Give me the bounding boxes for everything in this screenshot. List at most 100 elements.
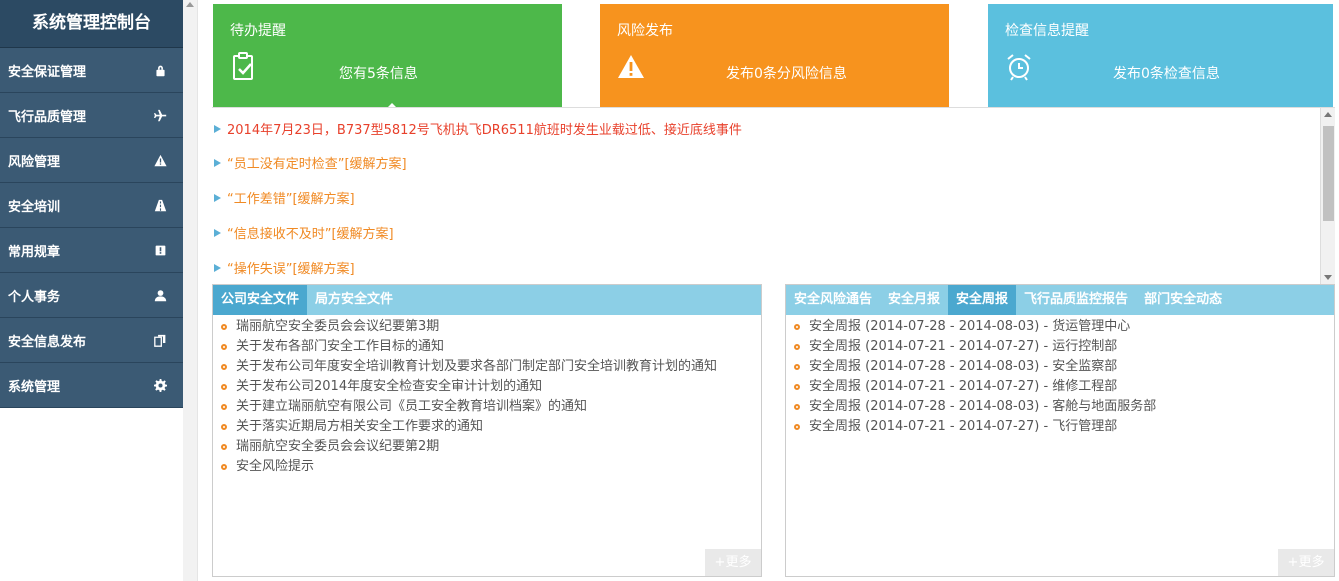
notice-list: 2014年7月23日，B737型5812号飞机执飞DR6511航班时发生业载过低… (212, 107, 1335, 284)
bullet-circle-icon (221, 364, 227, 370)
list-item-text[interactable]: 关于落实近期局方相关安全工作要求的通知 (236, 417, 483, 437)
bullet-circle-icon (794, 424, 800, 430)
sidebar: 系统管理控制台 安全保证管理 飞行品质管理 风险管理 安全培训 常用规章 个人事… (0, 0, 183, 408)
bullet-circle-icon (221, 404, 227, 410)
list-item-text[interactable]: 瑞丽航空安全委员会会议纪要第3期 (236, 317, 439, 337)
tab-department-news[interactable]: 部门安全动态 (1136, 285, 1230, 315)
list-item-text[interactable]: 安全风险提示 (236, 457, 314, 477)
bullet-arrow-icon (214, 228, 221, 237)
tab-company-docs[interactable]: 公司安全文件 (213, 285, 308, 315)
list-item[interactable]: 关于发布各部门安全工作目标的通知 (221, 337, 761, 357)
bullet-arrow-icon (214, 193, 221, 202)
warning-icon (153, 153, 167, 167)
clipboard-check-icon (230, 52, 258, 82)
check-card-title: 检查信息提醒 (1005, 23, 1089, 39)
list-item[interactable]: 安全周报 (2014-07-21 - 2014-07-27) - 飞行管理部 (794, 417, 1334, 437)
check-card-text: 发布0条检查信息 (1113, 66, 1220, 82)
notice-text[interactable]: “信息接收不及时”[缓解方案] (227, 223, 394, 242)
sidebar-item-regulations[interactable]: 常用规章 (0, 228, 183, 273)
alarm-clock-icon (1005, 52, 1033, 82)
notice-text[interactable]: “工作差错”[缓解方案] (227, 188, 355, 207)
list-item-text[interactable]: 安全周报 (2014-07-28 - 2014-08-03) - 货运管理中心 (809, 317, 1130, 337)
sidebar-item-personal-affairs[interactable]: 个人事务 (0, 273, 183, 318)
airplane-icon (153, 108, 167, 122)
tab-weekly-report[interactable]: 安全周报 (948, 285, 1017, 315)
list-item-text[interactable]: 关于发布公司2014年度安全检查安全审计计划的通知 (236, 377, 542, 397)
more-button[interactable]: +更多 (1278, 549, 1334, 576)
scroll-thumb[interactable] (1323, 126, 1334, 221)
list-item-text[interactable]: 关于建立瑞丽航空有限公司《员工安全教育培训档案》的通知 (236, 397, 587, 417)
notice-item[interactable]: 2014年7月23日，B737型5812号飞机执飞DR6511航班时发生业载过低… (214, 119, 742, 138)
collapse-arrow-icon[interactable] (186, 2, 194, 7)
notice-text[interactable]: “操作失误”[缓解方案] (227, 258, 355, 277)
sidebar-item-label: 风险管理 (8, 154, 61, 170)
list-item-text[interactable]: 安全周报 (2014-07-28 - 2014-08-03) - 安全监察部 (809, 357, 1117, 377)
notice-text[interactable]: 2014年7月23日，B737型5812号飞机执飞DR6511航班时发生业载过低… (227, 119, 742, 138)
notice-item[interactable]: “工作差错”[缓解方案] (214, 188, 355, 207)
notice-item[interactable]: “员工没有定时检查”[缓解方案] (214, 153, 407, 172)
tab-flight-quality-report[interactable]: 飞行品质监控报告 (1016, 285, 1136, 315)
warning-icon (617, 52, 645, 82)
user-icon (153, 288, 167, 302)
list-item-text[interactable]: 安全周报 (2014-07-28 - 2014-08-03) - 客舱与地面服务… (809, 397, 1156, 417)
sidebar-item-label: 个人事务 (8, 289, 61, 305)
sidebar-item-info-publish[interactable]: 安全信息发布 (0, 318, 183, 363)
bullet-circle-icon (794, 344, 800, 350)
list-item[interactable]: 关于发布公司2014年度安全检查安全审计计划的通知 (221, 377, 761, 397)
notice-item[interactable]: “操作失误”[缓解方案] (214, 258, 355, 277)
sidebar-item-flight-quality[interactable]: 飞行品质管理 (0, 93, 183, 138)
tab-monthly-report[interactable]: 安全月报 (880, 285, 948, 315)
book-icon (153, 243, 167, 257)
list-item-text[interactable]: 关于发布各部门安全工作目标的通知 (236, 337, 444, 357)
todo-card[interactable]: 待办提醒 您有5条信息 (213, 4, 562, 112)
sidebar-gutter[interactable] (183, 0, 198, 581)
tab-authority-docs[interactable]: 局方安全文件 (307, 285, 401, 315)
bullet-circle-icon (221, 424, 227, 430)
scroll-down-icon[interactable] (1324, 275, 1332, 280)
sidebar-item-system-management[interactable]: 系统管理 (0, 363, 183, 408)
list-item-text[interactable]: 安全周报 (2014-07-21 - 2014-07-27) - 维修工程部 (809, 377, 1117, 397)
sidebar-item-risk-management[interactable]: 风险管理 (0, 138, 183, 183)
bullet-circle-icon (794, 364, 800, 370)
list-item[interactable]: 安全周报 (2014-07-21 - 2014-07-27) - 运行控制部 (794, 337, 1334, 357)
more-button[interactable]: +更多 (705, 549, 761, 576)
bullet-circle-icon (794, 404, 800, 410)
list-item[interactable]: 瑞丽航空安全委员会会议纪要第2期 (221, 437, 761, 457)
list-item[interactable]: 关于落实近期局方相关安全工作要求的通知 (221, 417, 761, 437)
sidebar-item-label: 安全培训 (8, 199, 61, 215)
list-item[interactable]: 瑞丽航空安全委员会会议纪要第3期 (221, 317, 761, 337)
sidebar-item-label: 系统管理 (8, 379, 61, 395)
list-item[interactable]: 安全周报 (2014-07-28 - 2014-08-03) - 安全监察部 (794, 357, 1334, 377)
list-item-text[interactable]: 瑞丽航空安全委员会会议纪要第2期 (236, 437, 439, 457)
list-item[interactable]: 安全周报 (2014-07-28 - 2014-08-03) - 货运管理中心 (794, 317, 1334, 337)
notice-text[interactable]: “员工没有定时检查”[缓解方案] (227, 153, 407, 172)
list-item-text[interactable]: 关于发布公司年度安全培训教育计划及要求各部门制定部门安全培训教育计划的通知 (236, 357, 717, 377)
notice-scrollbar[interactable] (1320, 108, 1335, 284)
list-item-text[interactable]: 安全周报 (2014-07-21 - 2014-07-27) - 运行控制部 (809, 337, 1117, 357)
todo-card-title: 待办提醒 (230, 23, 286, 39)
list-item-text[interactable]: 安全周报 (2014-07-21 - 2014-07-27) - 飞行管理部 (809, 417, 1117, 437)
list-item[interactable]: 安全周报 (2014-07-21 - 2014-07-27) - 维修工程部 (794, 377, 1334, 397)
sidebar-item-safety-assurance[interactable]: 安全保证管理 (0, 48, 183, 93)
sidebar-item-label: 常用规章 (8, 244, 61, 260)
check-card[interactable]: 检查信息提醒 发布0条检查信息 (988, 4, 1333, 107)
lock-icon (153, 63, 167, 77)
bullet-circle-icon (221, 344, 227, 350)
road-icon (153, 198, 167, 212)
tab-bar: 安全风险通告 安全月报 安全周报 飞行品质监控报告 部门安全动态 (786, 285, 1334, 315)
list-item[interactable]: 安全风险提示 (221, 457, 761, 477)
bullet-circle-icon (794, 324, 800, 330)
notice-item[interactable]: “信息接收不及时”[缓解方案] (214, 223, 394, 242)
list-item[interactable]: 关于建立瑞丽航空有限公司《员工安全教育培训档案》的通知 (221, 397, 761, 417)
list-item[interactable]: 安全周报 (2014-07-28 - 2014-08-03) - 客舱与地面服务… (794, 397, 1334, 417)
bullet-circle-icon (221, 444, 227, 450)
tab-risk-notice[interactable]: 安全风险通告 (786, 285, 880, 315)
sidebar-item-safety-training[interactable]: 安全培训 (0, 183, 183, 228)
risk-card-text: 发布0条分风险信息 (726, 66, 847, 82)
sidebar-item-label: 安全保证管理 (8, 64, 87, 80)
scroll-up-icon[interactable] (1324, 112, 1332, 117)
list-item[interactable]: 关于发布公司年度安全培训教育计划及要求各部门制定部门安全培训教育计划的通知 (221, 357, 761, 377)
bullet-arrow-icon (214, 158, 221, 167)
risk-card[interactable]: 风险发布 发布0条分风险信息 (600, 4, 949, 107)
sidebar-item-label: 安全信息发布 (8, 334, 87, 350)
